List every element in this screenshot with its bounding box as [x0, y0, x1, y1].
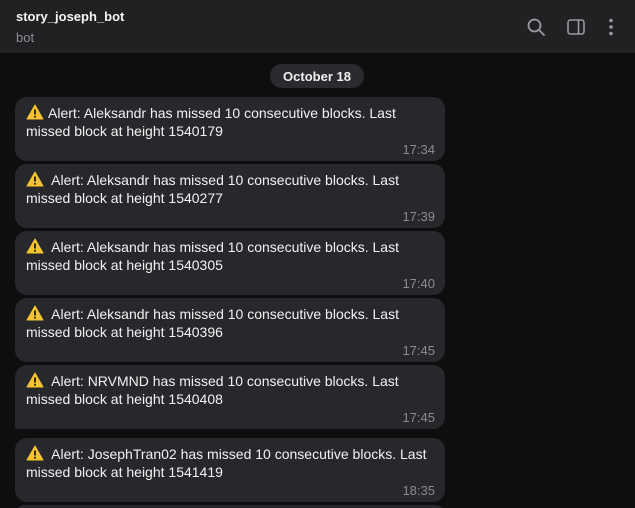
- message-text: Alert: JosephTran02 has missed 10 consec…: [26, 446, 427, 480]
- search-icon[interactable]: [525, 16, 547, 38]
- sidebar-toggle-icon[interactable]: [565, 16, 587, 38]
- message-time: 17:34: [402, 142, 435, 157]
- message-bubble[interactable]: Alert: Aleksandr has missed 10 consecuti…: [15, 164, 445, 228]
- message-bubble[interactable]: Alert: JosephTran02 has missed 10 consec…: [15, 438, 445, 502]
- warning-icon: [26, 372, 44, 388]
- message-time: 17:40: [402, 276, 435, 291]
- chat-header: story_joseph_bot bot: [0, 0, 635, 54]
- warning-icon: [26, 445, 44, 461]
- message-text: Alert: Aleksandr has missed 10 consecuti…: [26, 306, 399, 340]
- message-bubble[interactable]: Alert: Aleksandr has missed 10 consecuti…: [15, 97, 445, 161]
- message-time: 17:45: [402, 343, 435, 358]
- more-vertical-icon[interactable]: [600, 16, 622, 38]
- chat-subtitle: bot: [16, 30, 35, 45]
- warning-icon: [26, 238, 44, 254]
- message-text: Alert: NRVMND has missed 10 consecutive …: [26, 373, 399, 407]
- warning-icon: [26, 305, 44, 321]
- message-bubble[interactable]: Alert: Aleksandr has missed 10 consecuti…: [15, 231, 445, 295]
- date-separator: October 18: [270, 64, 364, 88]
- message-bubble[interactable]: Alert: Aleksandr has missed 10 consecuti…: [15, 298, 445, 362]
- message-text: Alert: Aleksandr has missed 10 consecuti…: [26, 105, 396, 139]
- message-text: Alert: Aleksandr has missed 10 consecuti…: [26, 239, 399, 273]
- message-time: 17:45: [402, 410, 435, 425]
- bubble-tail: [9, 419, 19, 429]
- message-bubble[interactable]: Alert: NRVMND has missed 10 consecutive …: [13, 365, 445, 429]
- message-text: Alert: Aleksandr has missed 10 consecuti…: [26, 172, 399, 206]
- warning-icon: [26, 171, 44, 187]
- chat-title[interactable]: story_joseph_bot: [16, 9, 124, 24]
- warning-icon: [26, 104, 44, 120]
- message-time: 18:35: [402, 483, 435, 498]
- message-time: 17:39: [402, 209, 435, 224]
